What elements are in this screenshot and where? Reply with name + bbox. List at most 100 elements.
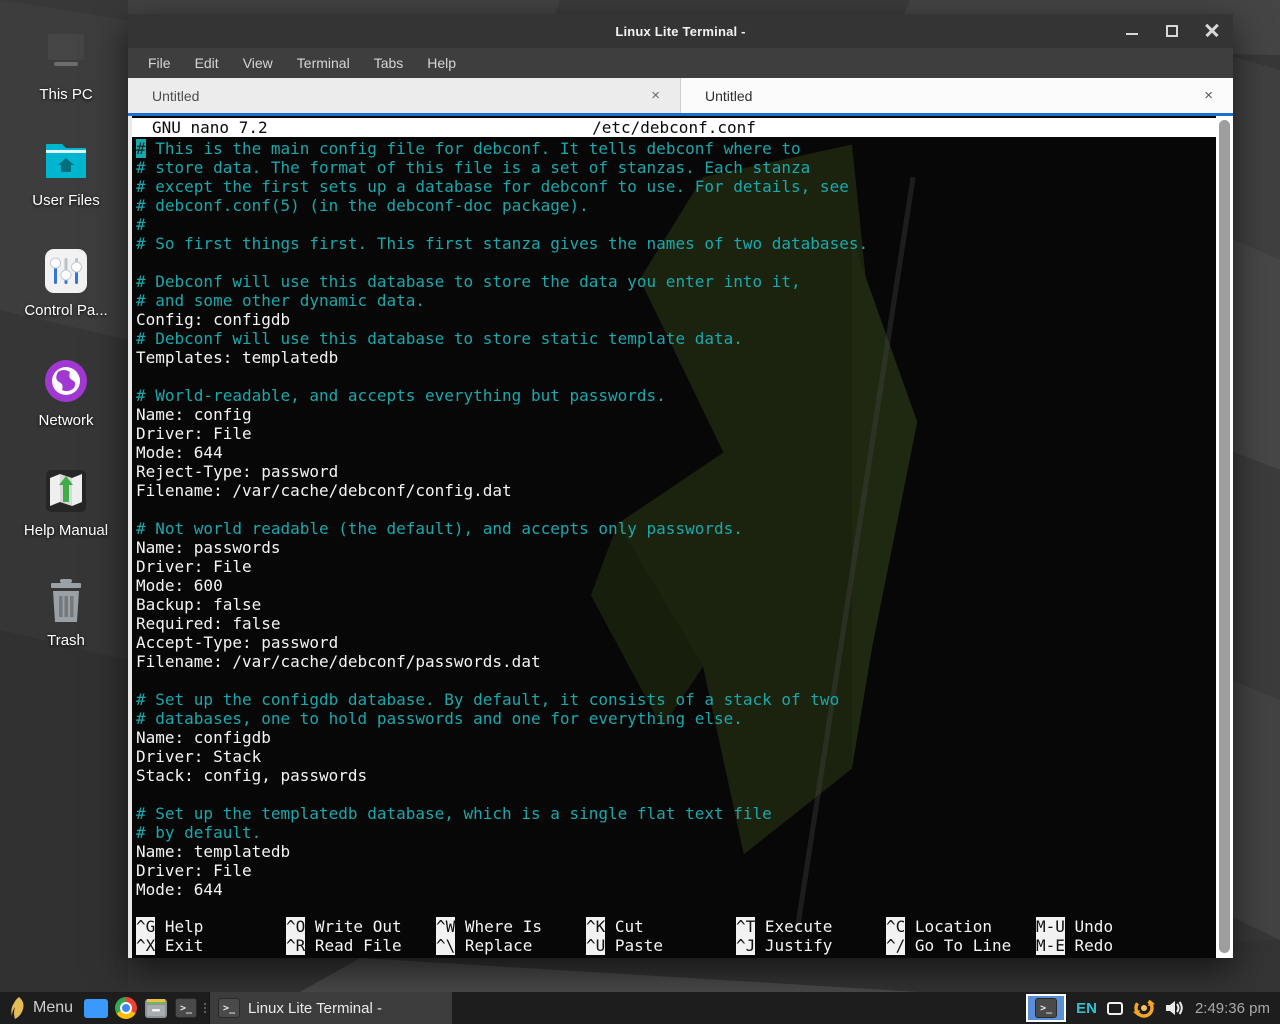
tab-bar: Untitled × Untitled × <box>128 78 1233 113</box>
shortcut-key: ^/ <box>886 936 905 955</box>
desktop-icon-trash[interactable]: Trash <box>8 578 124 649</box>
editor-line: Name: config <box>136 405 1216 424</box>
tab-label: Untitled <box>152 88 199 104</box>
taskbar-window-button[interactable]: >_ Linux Lite Terminal - <box>209 992 452 1024</box>
close-button[interactable] <box>1205 24 1219 38</box>
editor-line: Mode: 644 <box>136 443 1216 462</box>
terminal-icon: >_ <box>1035 998 1057 1018</box>
editor-line: Name: passwords <box>136 538 1216 557</box>
shortcut-key: ^\ <box>436 936 455 955</box>
terminal-launcher[interactable]: >_ <box>171 992 201 1024</box>
menu-help[interactable]: Help <box>417 51 466 75</box>
shortcut-key: ^J <box>736 936 755 955</box>
menu-file[interactable]: File <box>138 51 181 75</box>
editor-line: Name: templatedb <box>136 842 1216 861</box>
maximize-button[interactable] <box>1165 24 1179 38</box>
taskbar-clock[interactable]: 2:49:36 pm <box>1195 1000 1270 1017</box>
editor-line: # Not world readable (the default), and … <box>136 519 1216 538</box>
editor-line: Driver: File <box>136 557 1216 576</box>
system-tray: >_ EN 2:49:36 pm <box>1026 992 1280 1024</box>
show-desktop-launcher[interactable] <box>81 992 111 1024</box>
shortcut-key: M-U <box>1036 917 1065 936</box>
editor-line: # This is the main config file for debco… <box>136 139 1216 158</box>
file-cabinet-icon <box>144 997 168 1019</box>
shortcut-key: ^C <box>886 917 905 936</box>
desktop-icon-this-pc[interactable]: This PC <box>8 32 124 103</box>
desktop-icon-user-files[interactable]: User Files <box>8 138 124 209</box>
shortcut-key: ^O <box>286 917 305 936</box>
shortcut-key: ^R <box>286 936 305 955</box>
editor-line: # <box>136 215 1216 234</box>
tab-close-icon[interactable]: × <box>651 87 660 104</box>
editor-line: # store data. The format of this file is… <box>136 158 1216 177</box>
updates-tray-icon[interactable] <box>1133 997 1155 1019</box>
window-titlebar[interactable]: Linux Lite Terminal - <box>128 14 1233 48</box>
computer-icon <box>40 32 92 78</box>
editor-line: Name: configdb <box>136 728 1216 747</box>
editor-line: Required: false <box>136 614 1216 633</box>
menu-terminal[interactable]: Terminal <box>287 51 360 75</box>
shortcut-column: ^C Location^/ Go To Line <box>886 917 1036 955</box>
menu-tabs[interactable]: Tabs <box>364 51 414 75</box>
shortcut-hint: ^J Justify <box>736 936 886 955</box>
trash-icon <box>40 578 92 624</box>
display-tray-icon[interactable] <box>1107 1002 1123 1015</box>
nano-filename: /etc/debconf.conf <box>132 118 1216 137</box>
editor-line: Filename: /var/cache/debconf/passwords.d… <box>136 652 1216 671</box>
sliders-icon <box>40 248 92 294</box>
shortcut-hint: ^G Help <box>136 917 286 936</box>
editor-line: Driver: Stack <box>136 747 1216 766</box>
volume-tray-icon[interactable] <box>1165 999 1185 1017</box>
editor-line: Driver: File <box>136 424 1216 443</box>
text-cursor: # <box>136 139 146 158</box>
shortcut-column: ^K Cut^U Paste <box>586 917 736 955</box>
desktop-icon-control-panel[interactable]: Control Pa... <box>8 248 124 319</box>
desktop-icon-label: Control Pa... <box>24 302 107 319</box>
shortcut-column: ^T Execute^J Justify <box>736 917 886 955</box>
shortcut-key: ^K <box>586 917 605 936</box>
shortcut-hint: ^/ Go To Line <box>886 936 1036 955</box>
editor-line <box>136 671 1216 690</box>
file-manager-launcher[interactable] <box>141 992 171 1024</box>
shortcut-hint: ^C Location <box>886 917 1036 936</box>
shortcut-hint: M-U Undo <box>1036 917 1186 936</box>
editor-line: # So first things first. This first stan… <box>136 234 1216 253</box>
editor-line: # debconf.conf(5) (in the debconf-doc pa… <box>136 196 1216 215</box>
tab-close-icon[interactable]: × <box>1204 87 1213 104</box>
desktop-icon-help-manual[interactable]: Help Manual <box>8 468 124 539</box>
editor-lines[interactable]: # This is the main config file for debco… <box>132 137 1216 899</box>
minimize-button[interactable] <box>1125 24 1139 38</box>
shortcut-key: ^W <box>436 917 455 936</box>
nano-shortcut-bar: ^G Help^X Exit^O Write Out^R Read File^W… <box>136 917 1214 955</box>
shortcut-key: ^G <box>136 917 155 936</box>
tab-untitled-2[interactable]: Untitled × <box>680 78 1233 113</box>
shortcut-hint: ^O Write Out <box>286 917 436 936</box>
shortcut-key: ^X <box>136 936 155 955</box>
editor-line: Mode: 600 <box>136 576 1216 595</box>
tab-label: Untitled <box>705 88 752 104</box>
terminal-screen[interactable]: GNU nano 7.2 /etc/debconf.conf # This is… <box>132 116 1216 958</box>
window-title: Linux Lite Terminal - <box>128 24 1233 39</box>
desktop-icon <box>84 999 108 1018</box>
menu-edit[interactable]: Edit <box>185 51 229 75</box>
terminal-scrollbar[interactable] <box>1216 116 1233 958</box>
keyboard-layout-indicator[interactable]: EN <box>1076 1000 1097 1017</box>
shortcut-hint: M-E Redo <box>1036 936 1186 955</box>
chrome-launcher[interactable] <box>111 992 141 1024</box>
chrome-icon <box>115 997 137 1019</box>
editor-line: Stack: config, passwords <box>136 766 1216 785</box>
shortcut-key: ^U <box>586 936 605 955</box>
editor-line: # Set up the templatedb database, which … <box>136 804 1216 823</box>
menu-view[interactable]: View <box>233 51 283 75</box>
tab-untitled-1[interactable]: Untitled × <box>128 78 680 113</box>
manual-book-icon <box>40 468 92 514</box>
terminal-icon: >_ <box>218 998 240 1018</box>
editor-line: Filename: /var/cache/debconf/config.dat <box>136 481 1216 500</box>
shortcut-column: ^G Help^X Exit <box>136 917 286 955</box>
editor-line <box>136 500 1216 519</box>
desktop-icon-network[interactable]: Network <box>8 358 124 429</box>
scrollbar-thumb[interactable] <box>1219 120 1230 953</box>
tray-terminal-window-preview[interactable]: >_ <box>1026 994 1066 1022</box>
terminal-window: Linux Lite Terminal - File Edit View Ter… <box>128 14 1233 958</box>
start-menu-button[interactable]: Menu <box>0 992 81 1024</box>
